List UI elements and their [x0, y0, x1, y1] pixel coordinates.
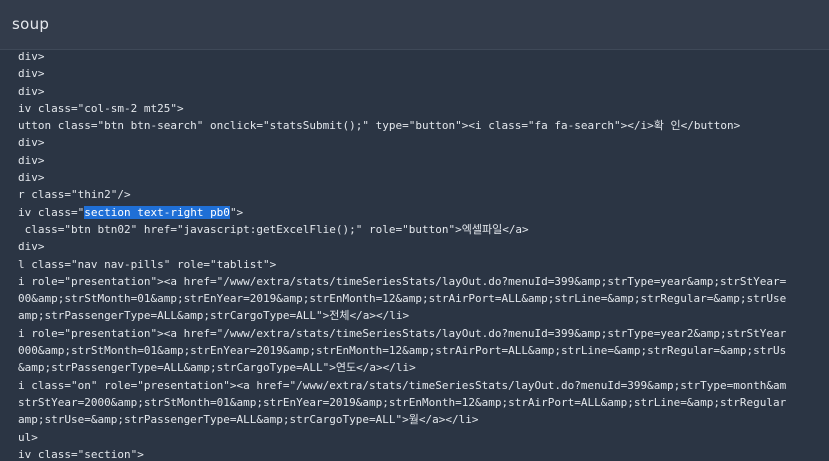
code-text: iv class=" [18, 205, 85, 219]
code-line: utton class="btn btn-search" onclick="st… [18, 119, 741, 133]
code-line: div> [18, 136, 45, 150]
code-line: class="btn btn02" href="javascript:getEx… [18, 222, 529, 236]
source-code-view[interactable]: div> div> div> iv class="col-sm-2 mt25"> utt… [18, 48, 824, 461]
code-line: iv class="section"> [18, 447, 144, 461]
code-line: strStYear=2000&amp;strStMonth=01&amp;str… [18, 395, 787, 409]
code-line: div> [18, 67, 45, 81]
app-title: soup [12, 15, 50, 33]
code-line: &amp;strPassengerType=ALL&amp;strCargoTy… [18, 361, 416, 375]
code-line: div> [18, 240, 45, 254]
selected-text: section text-right pb0 [84, 205, 230, 219]
code-line: i class="on" role="presentation"><a href… [18, 378, 787, 392]
code-line: amp;strPassengerType=ALL&amp;strCargoTyp… [18, 309, 410, 323]
code-line: div> [18, 84, 45, 98]
code-line: ul> [18, 430, 38, 444]
app-header: soup [0, 0, 829, 50]
code-line: div> [18, 50, 45, 63]
code-line: 000&amp;strStMonth=01&amp;strEnYear=2019… [18, 344, 787, 358]
code-line: iv class="col-sm-2 mt25"> [18, 101, 184, 115]
code-line: i role="presentation"><a href="/www/extr… [18, 326, 787, 340]
code-line: amp;strUse=&amp;strPassengerType=ALL&amp… [18, 413, 479, 427]
code-line: i role="presentation"><a href="/www/extr… [18, 274, 787, 288]
code-text: "> [229, 205, 244, 219]
code-line: 00&amp;strStMonth=01&amp;strEnYear=2019&… [18, 292, 787, 306]
code-line: div> [18, 171, 45, 185]
code-line: div> [18, 153, 45, 167]
code-line: r class="thin2"/> [18, 188, 131, 202]
code-line: l class="nav nav-pills" role="tablist"> [18, 257, 277, 271]
code-line: iv class="section text-right pb0"> [18, 204, 824, 221]
